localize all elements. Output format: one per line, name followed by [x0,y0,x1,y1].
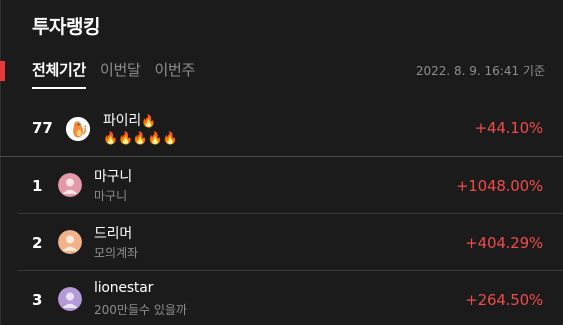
user-rate: +1048.00% [455,177,543,195]
user-avatar-icon [58,287,82,311]
timestamp: 2022. 8. 9. 16:41 기준 [415,64,545,78]
my-rank-name-wrap: 파이리🔥 [103,110,156,130]
user-avatar-icon [58,230,82,254]
fire-icon: 🔥 [117,131,133,145]
fire-icon: 🔥 [132,131,148,145]
user-avatar-icon [58,173,82,197]
user-name: 마구니 [94,169,133,185]
user-rate: +264.50% [465,291,543,309]
fire-badges: 🔥🔥🔥🔥🔥 [103,131,178,145]
my-rank-row[interactable]: 77 파이리🔥 🔥🔥🔥🔥🔥 +44.10% [0,104,563,156]
my-rank-number: 77 [32,119,53,137]
ranking-row-3[interactable]: 3 lionestar 200만들수 있을까 +264.50% [0,271,563,325]
my-rank-name: 파이리 [103,113,142,129]
investment-ranking-panel: 투자랭킹 전체기간 이번달 이번주 2022. 8. 9. 16:41 기준 7… [0,0,563,325]
charmander-avatar-icon [66,117,90,141]
user-subtitle: 200만들수 있을까 [94,303,187,317]
user-subtitle: 모의계좌 [94,246,139,260]
user-subtitle: 마구니 [94,189,128,203]
fire-icon: 🔥 [141,114,156,128]
period-tabs: 전체기간 이번달 이번주 [32,59,195,89]
rank-number: 3 [32,291,43,309]
rank-number: 1 [32,177,43,195]
tab-this-week[interactable]: 이번주 [155,59,196,89]
page-title: 투자랭킹 [32,16,100,38]
ranking-row-1[interactable]: 1 마구니 마구니 +1048.00% [0,157,563,213]
my-rank-rate: +44.10% [474,119,544,137]
fire-icon: 🔥 [103,131,118,145]
rank-number: 2 [32,234,43,252]
fire-icon: 🔥 [147,131,163,145]
user-name: lionestar [94,280,154,296]
user-name: 드리머 [94,226,133,242]
user-rate: +404.29% [465,234,543,252]
tab-all-period[interactable]: 전체기간 [32,59,86,89]
tab-this-month[interactable]: 이번달 [100,59,141,89]
fire-icon: 🔥 [162,131,178,145]
ranking-row-2[interactable]: 2 드리머 모의계좌 +404.29% [0,214,563,270]
accent-bar [0,61,5,81]
